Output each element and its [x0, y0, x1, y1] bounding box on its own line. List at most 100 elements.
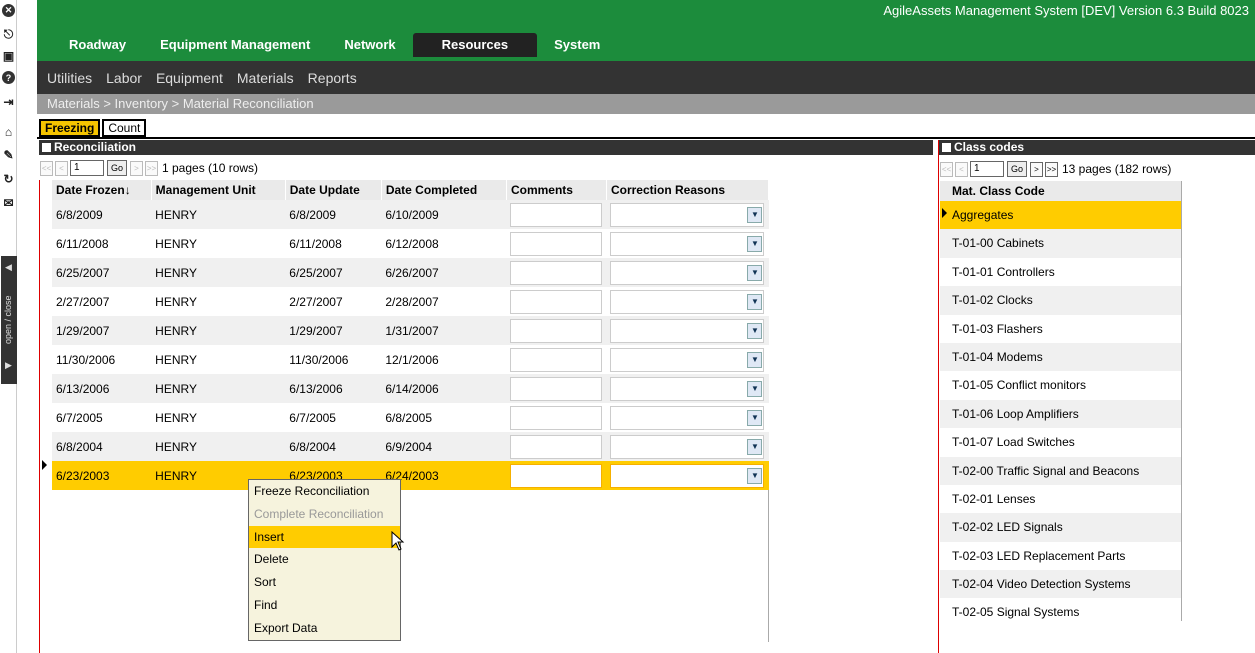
correction-reason-select[interactable]: ▼ — [610, 347, 765, 372]
col-date-completed[interactable]: Date Completed — [381, 180, 507, 200]
table-row[interactable]: 6/11/2008 HENRY 6/11/2008 6/12/2008 ▼ — [52, 229, 769, 258]
col-date-update[interactable]: Date Update — [285, 180, 382, 200]
tab-count[interactable]: Count — [102, 119, 147, 137]
table-row[interactable]: 6/23/2003 HENRY 6/23/2003 6/24/2003 ▼ — [52, 461, 769, 490]
correction-reason-select[interactable]: ▼ — [610, 289, 765, 314]
menu-equipment[interactable]: Equipment — [156, 70, 223, 86]
chevron-down-icon[interactable]: ▼ — [747, 409, 763, 426]
save-icon[interactable]: ▣ — [1, 48, 16, 63]
col-date-frozen[interactable]: Date Frozen↓ — [52, 180, 152, 200]
chevron-down-icon[interactable]: ▼ — [747, 322, 763, 339]
correction-reason-select[interactable]: ▼ — [610, 405, 765, 430]
table-row[interactable]: 6/7/2005 HENRY 6/7/2005 6/8/2005 ▼ — [52, 403, 769, 432]
prev-page-button[interactable]: < — [55, 160, 68, 176]
chevron-down-icon[interactable]: ▼ — [747, 351, 763, 368]
tab-resources[interactable]: Resources — [412, 33, 538, 57]
logout-icon[interactable]: ⎋ — [1, 27, 16, 42]
page-input[interactable]: 1 — [70, 160, 104, 176]
menu-materials[interactable]: Materials — [237, 70, 294, 86]
col-management-unit[interactable]: Management Unit — [151, 180, 286, 200]
col-comments[interactable]: Comments — [506, 180, 607, 200]
close-circle-icon[interactable]: ✕ — [2, 4, 15, 17]
chevron-down-icon[interactable]: ▼ — [747, 467, 763, 484]
home-icon[interactable]: ⌂ — [1, 124, 16, 139]
tab-network[interactable]: Network — [327, 33, 412, 57]
list-item[interactable]: T-01-00 Cabinets — [940, 229, 1181, 258]
list-item[interactable]: T-02-01 Lenses — [940, 484, 1181, 514]
first-page-button[interactable]: << — [40, 160, 53, 176]
menu-delete[interactable]: Delete — [249, 548, 400, 571]
panel-menu-icon[interactable] — [942, 143, 951, 152]
menu-export-data[interactable]: Export Data — [249, 617, 400, 640]
refresh-icon[interactable]: ↻ — [1, 171, 16, 186]
list-item[interactable]: T-02-04 Video Detection Systems — [940, 570, 1181, 599]
prev-page-button[interactable]: < — [955, 161, 968, 177]
chevron-down-icon[interactable]: ▼ — [747, 380, 763, 397]
page-input[interactable]: 1 — [970, 161, 1004, 177]
chevron-down-icon[interactable]: ▼ — [747, 235, 763, 252]
chevron-down-icon[interactable]: ▼ — [747, 264, 763, 281]
table-row[interactable]: 6/8/2004 HENRY 6/8/2004 6/9/2004 ▼ — [52, 432, 769, 461]
list-item[interactable]: T-01-06 Loop Amplifiers — [940, 399, 1181, 429]
comments-input[interactable] — [510, 347, 603, 372]
correction-reason-select[interactable]: ▼ — [610, 434, 765, 459]
list-item[interactable]: T-01-05 Conflict monitors — [940, 371, 1181, 400]
menu-utilities[interactable]: Utilities — [47, 70, 92, 86]
correction-reason-select[interactable]: ▼ — [610, 463, 765, 488]
correction-reason-select[interactable]: ▼ — [610, 202, 765, 227]
list-item[interactable]: T-01-04 Modems — [940, 342, 1181, 372]
table-row[interactable]: 6/25/2007 HENRY 6/25/2007 6/26/2007 ▼ — [52, 258, 769, 287]
menu-find[interactable]: Find — [249, 594, 400, 617]
tab-equipment-management[interactable]: Equipment Management — [143, 33, 327, 57]
list-item[interactable]: T-01-07 Load Switches — [940, 428, 1181, 457]
menu-sort[interactable]: Sort — [249, 571, 400, 594]
tab-roadway[interactable]: Roadway — [52, 33, 143, 57]
list-item[interactable]: T-01-03 Flashers — [940, 314, 1181, 343]
comments-input[interactable] — [510, 202, 603, 227]
go-button[interactable]: Go — [1007, 161, 1027, 177]
go-button[interactable]: Go — [107, 160, 127, 176]
list-item[interactable]: T-02-03 LED Replacement Parts — [940, 541, 1181, 571]
correction-reason-select[interactable]: ▼ — [610, 231, 765, 256]
table-row[interactable]: 11/30/2006 HENRY 11/30/2006 12/1/2006 ▼ — [52, 345, 769, 374]
menu-freeze-reconciliation[interactable]: Freeze Reconciliation — [249, 480, 400, 503]
table-row[interactable]: 2/27/2007 HENRY 2/27/2007 2/28/2007 ▼ — [52, 287, 769, 316]
table-row[interactable]: 6/8/2009 HENRY 6/8/2009 6/10/2009 ▼ — [52, 200, 769, 229]
menu-insert[interactable]: Insert — [249, 525, 400, 549]
first-page-button[interactable]: << — [940, 161, 953, 177]
open-close-toggle[interactable]: ◀ open / close ▶ — [1, 256, 17, 384]
next-page-button[interactable]: > — [1030, 161, 1043, 177]
menu-labor[interactable]: Labor — [106, 70, 142, 86]
mail-icon[interactable]: ✉ — [1, 195, 16, 210]
table-row[interactable]: 6/13/2006 HENRY 6/13/2006 6/14/2006 ▼ — [52, 374, 769, 403]
col-mat-class-code[interactable]: Mat. Class Code — [940, 181, 1181, 201]
col-correction-reasons[interactable]: Correction Reasons — [606, 180, 770, 200]
last-page-button[interactable]: >> — [1045, 161, 1058, 177]
list-item[interactable]: T-02-05 Signal Systems — [940, 598, 1181, 627]
list-item[interactable]: T-02-02 LED Signals — [940, 513, 1181, 542]
list-item[interactable]: Aggregates — [940, 201, 1181, 230]
tab-freezing[interactable]: Freezing — [39, 119, 101, 137]
correction-reason-select[interactable]: ▼ — [610, 318, 765, 343]
menu-reports[interactable]: Reports — [308, 70, 357, 86]
comments-input[interactable] — [510, 405, 603, 430]
chevron-down-icon[interactable]: ▼ — [747, 293, 763, 310]
chevron-down-icon[interactable]: ▼ — [747, 438, 763, 455]
last-page-button[interactable]: >> — [145, 160, 158, 176]
comments-input[interactable] — [510, 260, 603, 285]
correction-reason-select[interactable]: ▼ — [610, 376, 765, 401]
list-item[interactable]: T-02-00 Traffic Signal and Beacons — [940, 456, 1181, 485]
comments-input[interactable] — [510, 318, 603, 343]
next-page-button[interactable]: > — [130, 160, 143, 176]
chevron-down-icon[interactable]: ▼ — [747, 206, 763, 223]
comments-input[interactable] — [510, 231, 603, 256]
list-item[interactable]: T-01-01 Controllers — [940, 257, 1181, 287]
table-row[interactable]: 1/29/2007 HENRY 1/29/2007 1/31/2007 ▼ — [52, 316, 769, 345]
comments-input[interactable] — [510, 463, 603, 488]
edit-icon[interactable]: ✎ — [1, 147, 16, 162]
comments-input[interactable] — [510, 376, 603, 401]
tab-system[interactable]: System — [537, 33, 617, 57]
comments-input[interactable] — [510, 289, 603, 314]
list-item[interactable]: T-01-02 Clocks — [940, 286, 1181, 315]
panel-menu-icon[interactable] — [42, 143, 51, 152]
